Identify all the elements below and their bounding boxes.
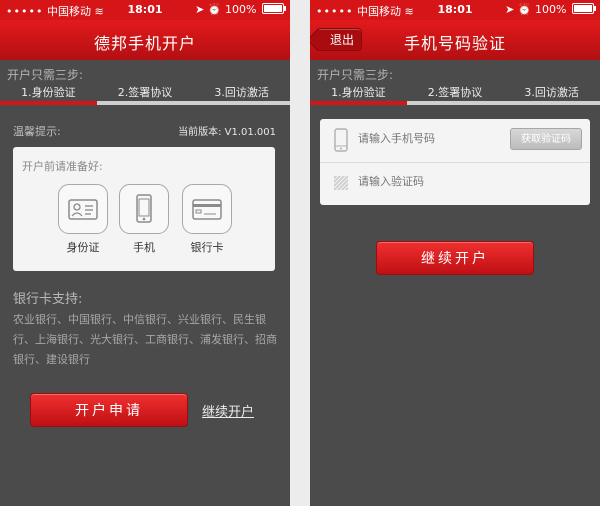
page-title: 德邦手机开户 (93, 34, 196, 53)
prep-item-label: 手机 (133, 241, 155, 254)
alarm-icon: ⏰ (517, 3, 532, 16)
tip-row: 温馨提示: 当前版本: V1.01.001 (0, 123, 290, 139)
battery-icon (572, 3, 596, 14)
screen-divider (290, 0, 310, 506)
nav-bar: 退出 手机号码验证 (310, 20, 600, 60)
status-bar: ••••• 中国移动 ≋ 18:01 ➤ ⏰ 100% (310, 0, 600, 20)
prep-item-label: 身份证 (66, 241, 100, 254)
bank-support-list: 农业银行、中国银行、中信银行、兴业银行、民生银行、上海银行、光大银行、工商银行、… (13, 313, 277, 366)
status-bar: ••••• 中国移动 ≋ 18:01 ➤ ⏰ 100% (0, 0, 290, 20)
phone-screen-left: ••••• 中国移动 ≋ 18:01 ➤ ⏰ 100% 德邦手机开户 开户只需三… (0, 0, 290, 506)
step-identity: 1.身份验证 (331, 86, 386, 99)
prepare-card: 开户前请准备好: 身份证 手机 银行卡 (13, 147, 275, 271)
steps-progress-fill (0, 101, 97, 105)
battery-icon (262, 3, 286, 14)
prepare-title: 开户前请准备好: (22, 160, 103, 173)
steps-caption: 开户只需三步: (7, 68, 84, 82)
id-card-icon (58, 184, 108, 234)
status-right: ➤ ⏰ 100% (505, 3, 596, 16)
nav-bar: 德邦手机开户 (0, 20, 290, 60)
steps-progress-track (310, 101, 600, 105)
prep-item-phone: 手机 (118, 184, 170, 255)
tip-label: 温馨提示: (13, 125, 61, 138)
bank-card-icon (182, 184, 232, 234)
steps-caption: 开户只需三步: (317, 68, 394, 82)
steps-indicator: 1.身份验证 2.签署协议 3.回访激活 (310, 81, 600, 101)
code-pattern-icon (333, 171, 349, 199)
phone-number-row: 获取验证码 (320, 119, 590, 163)
version-label: 当前版本: V1.01.001 (178, 127, 276, 138)
verify-card: 获取验证码 (320, 119, 590, 205)
alarm-icon: ⏰ (207, 3, 222, 16)
steps-progress-fill (310, 101, 407, 105)
bank-support-title: 银行卡支持: (13, 292, 83, 307)
steps-progress-track (0, 101, 290, 105)
page-title: 手机号码验证 (403, 34, 506, 53)
prep-item-bank-card: 银行卡 (181, 184, 233, 255)
status-right: ➤ ⏰ 100% (195, 3, 286, 16)
verify-code-input[interactable] (358, 175, 498, 188)
location-icon: ➤ (505, 3, 515, 16)
phone-number-input[interactable] (358, 132, 498, 145)
step-agreement: 2.签署协议 (117, 86, 173, 99)
location-icon: ➤ (195, 3, 205, 16)
battery-percent: 100% (535, 3, 567, 16)
prep-item-id-card: 身份证 (57, 184, 109, 255)
screenshot-stage: ••••• 中国移动 ≋ 18:01 ➤ ⏰ 100% 德邦手机开户 开户只需三… (0, 0, 600, 506)
prep-item-label: 银行卡 (190, 241, 224, 254)
step-activation: 3.回访激活 (214, 86, 269, 99)
continue-account-button[interactable]: 继续开户 (376, 241, 534, 275)
apply-account-button[interactable]: 开户申请 (30, 393, 188, 427)
continue-account-link[interactable]: 继续开户 (202, 401, 254, 420)
phone-icon (119, 184, 169, 234)
verify-code-row (320, 162, 590, 205)
step-agreement: 2.签署协议 (427, 86, 483, 99)
mobile-phone-icon (333, 128, 349, 156)
steps-indicator: 1.身份验证 2.签署协议 3.回访激活 (0, 81, 290, 101)
step-activation: 3.回访激活 (524, 86, 579, 99)
battery-percent: 100% (225, 3, 257, 16)
step-identity: 1.身份验证 (21, 86, 76, 99)
get-code-button[interactable]: 获取验证码 (510, 128, 582, 150)
phone-screen-right: ••••• 中国移动 ≋ 18:01 ➤ ⏰ 100% 退出 手机号码验证 开户… (310, 0, 600, 506)
